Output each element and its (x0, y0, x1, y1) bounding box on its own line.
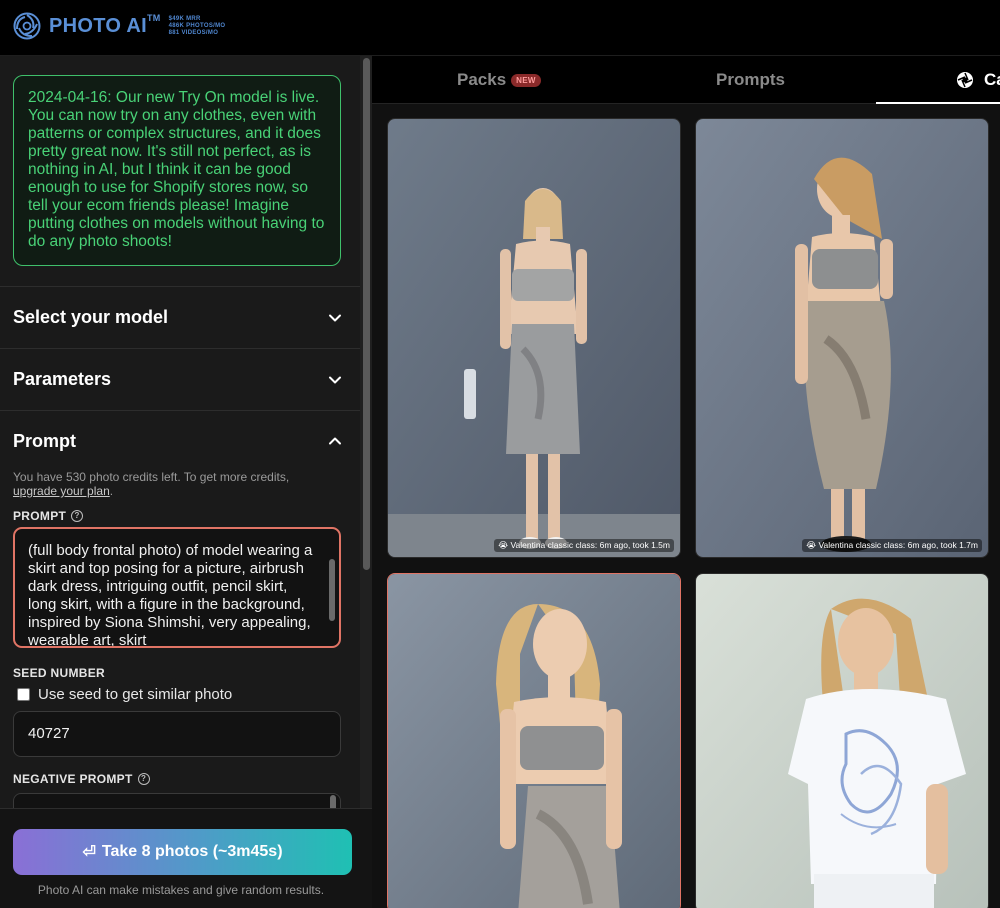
action-bar: ⏎ Take 8 photos (~3m45s) Photo AI can mak… (0, 808, 372, 908)
photo-image (696, 574, 988, 908)
photo-image (388, 119, 680, 557)
section-title: Parameters (13, 369, 112, 389)
tab-packs[interactable]: Packs NEW (457, 70, 541, 90)
take-photos-button[interactable]: ⏎ Take 8 photos (~3m45s) (13, 829, 352, 875)
new-badge: NEW (511, 73, 541, 87)
disclaimer-text: Photo AI can make mistakes and give rand… (37, 883, 325, 897)
textarea-scrollbar[interactable] (329, 559, 335, 621)
generated-photo[interactable]: 😭 Valentina classic class: 6m ago, took … (695, 118, 989, 558)
active-tab-indicator (876, 102, 1000, 104)
tab-bar: PacksNEW Prompts Ca (372, 56, 1000, 104)
generated-photo[interactable]: 😭 Valentina classic class: 6m ago, took … (387, 118, 681, 558)
chevron-up-icon[interactable] (328, 434, 342, 448)
help-icon[interactable]: ? (137, 773, 150, 785)
upgrade-plan-link[interactable]: upgrade your plan (13, 484, 110, 498)
brand-name: PHOTO AITM (49, 12, 161, 37)
photo-caption: 😭 Valentina classic class: 6m ago, took … (494, 539, 674, 552)
generated-photo-selected[interactable] (387, 573, 681, 908)
tab-camera[interactable]: Ca (956, 70, 1000, 90)
stat-videos: 881 VIDEOS/MO (168, 29, 219, 36)
photo-image (696, 119, 988, 557)
use-seed-checkbox[interactable] (17, 688, 30, 701)
section-title: Prompt (13, 431, 76, 451)
section-select-model[interactable]: Select your model (0, 286, 360, 348)
seed-label: SEED NUMBER (13, 666, 105, 680)
checkbox-label: Use seed to get similar photo (38, 686, 233, 703)
negative-prompt-label: NEGATIVE PROMPT? (13, 772, 150, 786)
right-panel: PacksNEW Prompts Ca (372, 56, 1000, 908)
chevron-down-icon[interactable] (328, 373, 342, 387)
section-title: Select your model (13, 307, 169, 327)
seed-number-input[interactable]: 40727 (13, 711, 341, 757)
brand-stats: $49K MRR 486K PHOTOS/MO 881 VIDEOS/MO (169, 16, 226, 37)
aperture-icon (957, 72, 973, 88)
help-icon[interactable]: ? (71, 510, 84, 522)
section-parameters[interactable]: Parameters (0, 348, 360, 410)
stat-photos: 486K PHOTOS/MO (168, 22, 226, 29)
logo[interactable]: PHOTO AITM $49K MRR 486K PHOTOS/MO 881 V… (13, 12, 225, 40)
generated-photo[interactable] (695, 573, 989, 908)
tab-prompts[interactable]: Prompts (716, 70, 785, 90)
stat-mrr: $49K MRR (168, 15, 201, 22)
left-panel: 2024-04-16: Our new Try On model is live… (0, 56, 372, 908)
prompt-textarea[interactable]: (full body frontal photo) of model weari… (13, 527, 341, 648)
panel-scrollbar-thumb[interactable] (363, 58, 370, 570)
top-header: PHOTO AITM $49K MRR 486K PHOTOS/MO 881 V… (0, 0, 1000, 56)
photo-image (388, 574, 680, 908)
chevron-down-icon[interactable] (328, 311, 342, 325)
aperture-logo-icon (13, 12, 41, 40)
prompt-label: PROMPT? (13, 509, 84, 523)
section-prompt[interactable]: Prompt (0, 410, 360, 470)
photo-caption: 😭 Valentina classic class: 6m ago, took … (802, 539, 982, 552)
announcement-notice: 2024-04-16: Our new Try On model is live… (13, 75, 341, 266)
return-arrow-icon: ⏎ (82, 844, 96, 861)
use-seed-checkbox-row[interactable]: Use seed to get similar photo (17, 686, 232, 703)
credits-info: You have 530 photo credits left. To get … (13, 470, 290, 498)
